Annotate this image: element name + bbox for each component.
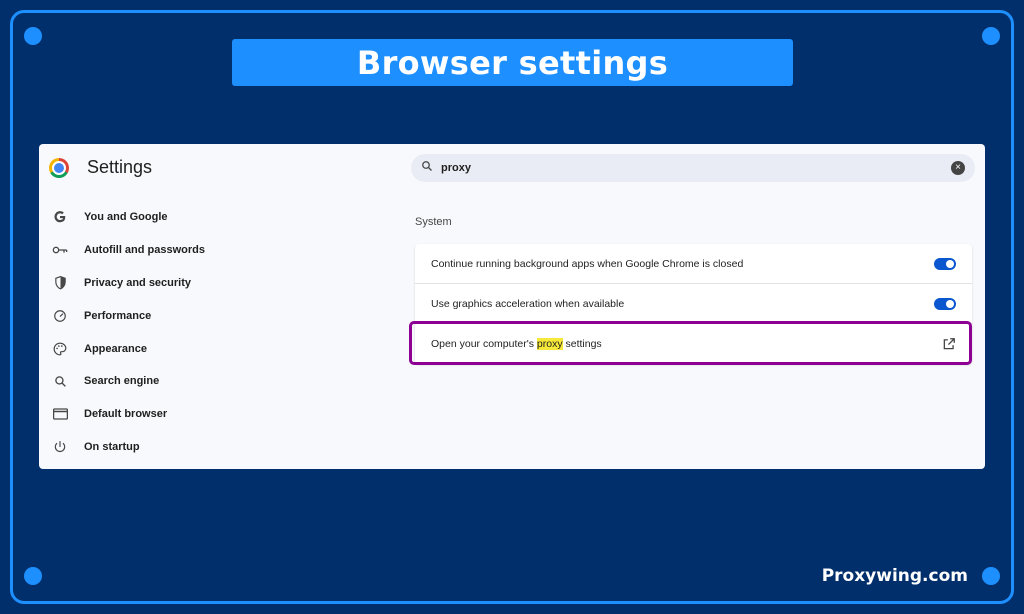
- corner-dot: [24, 27, 42, 45]
- key-icon: [51, 241, 69, 259]
- title-banner: Browser settings: [232, 39, 793, 86]
- sidebar-item-appearance[interactable]: Appearance: [39, 332, 399, 365]
- sidebar-item-performance[interactable]: Performance: [39, 299, 399, 332]
- search-icon: [421, 159, 433, 177]
- settings-window: Settings You and Google Autofill and pas…: [39, 144, 985, 469]
- search-input[interactable]: [441, 162, 951, 174]
- sidebar-item-label: Appearance: [84, 342, 147, 355]
- sidebar-item-default-browser[interactable]: Default browser: [39, 398, 399, 431]
- setting-row-graphics-acceleration: Use graphics acceleration when available: [415, 284, 972, 324]
- sidebar-item-search-engine[interactable]: Search engine: [39, 365, 399, 398]
- setting-label: Use graphics acceleration when available: [431, 297, 625, 310]
- palette-icon: [51, 340, 69, 358]
- search-icon: [51, 372, 69, 390]
- setting-row-background-apps: Continue running background apps when Go…: [415, 244, 972, 284]
- chrome-logo-icon: [49, 157, 69, 178]
- setting-label: Continue running background apps when Go…: [431, 257, 744, 270]
- main-content: × System Continue running background app…: [409, 144, 985, 469]
- sidebar-item-label: Performance: [84, 309, 152, 322]
- sidebar-item-label: Search engine: [84, 375, 160, 388]
- graphics-acceleration-toggle[interactable]: [934, 297, 956, 310]
- background-apps-toggle[interactable]: [934, 257, 956, 270]
- speedometer-icon: [51, 307, 69, 325]
- app-header: Settings: [49, 157, 152, 178]
- brand-watermark: Proxywing.com: [821, 566, 968, 586]
- proxy-row-highlight-box: [409, 321, 972, 365]
- sidebar-item-autofill-and-passwords[interactable]: Autofill and passwords: [39, 234, 399, 267]
- browser-window-icon: [51, 405, 69, 423]
- settings-search-bar: ×: [411, 154, 975, 182]
- sidebar-item-on-startup[interactable]: On startup: [39, 431, 399, 464]
- power-icon: [51, 438, 69, 456]
- section-title: System: [415, 216, 452, 228]
- sidebar-item-privacy-and-security[interactable]: Privacy and security: [39, 267, 399, 300]
- corner-dot: [24, 567, 42, 585]
- corner-dot: [982, 567, 1000, 585]
- corner-dot: [982, 27, 1000, 45]
- shield-icon: [51, 274, 69, 292]
- clear-search-icon[interactable]: ×: [951, 161, 965, 175]
- sidebar-item-label: You and Google: [84, 211, 168, 224]
- sidebar: Settings You and Google Autofill and pas…: [39, 144, 399, 469]
- sidebar-item-label: Autofill and passwords: [84, 244, 206, 257]
- banner-title: Browser settings: [356, 43, 669, 82]
- page-title: Settings: [87, 157, 153, 177]
- sidebar-item-you-and-google[interactable]: You and Google: [39, 201, 399, 234]
- sidebar-item-label: Privacy and security: [84, 276, 192, 289]
- sidebar-nav: You and Google Autofill and passwords Pr…: [39, 201, 399, 463]
- sidebar-item-label: On startup: [84, 440, 140, 453]
- google-g-icon: [51, 208, 69, 226]
- sidebar-item-label: Default browser: [84, 408, 168, 421]
